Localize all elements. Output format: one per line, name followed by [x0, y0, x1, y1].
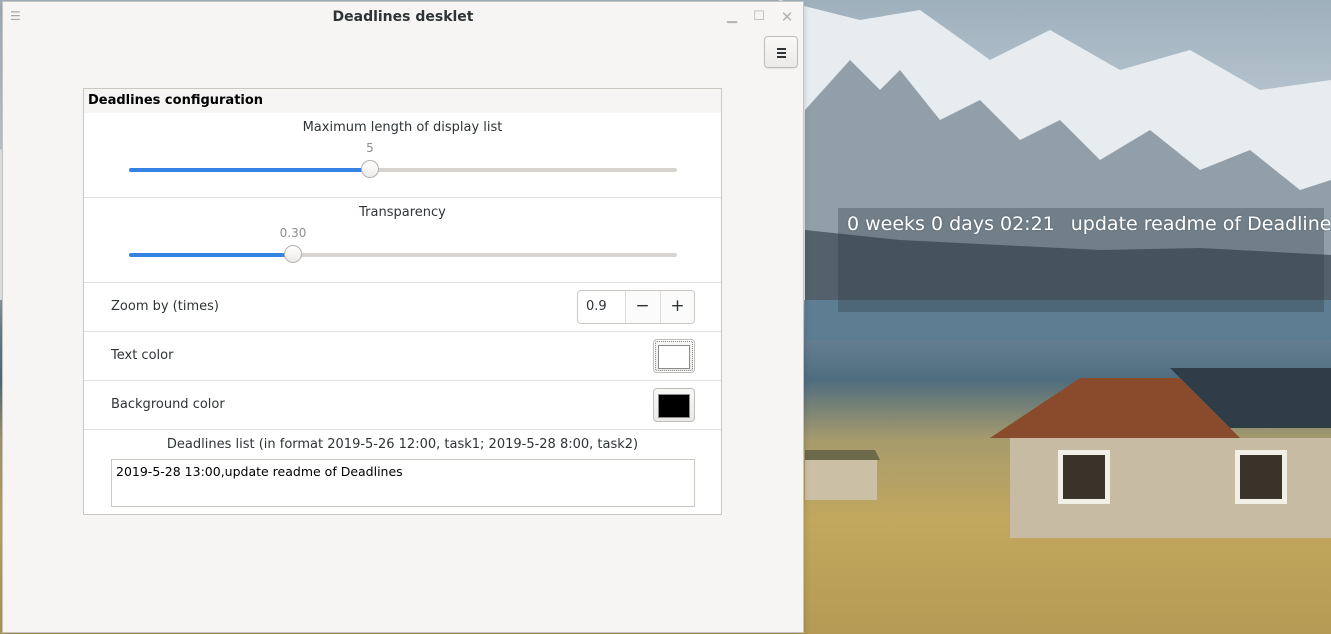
background-color-label: Background color [111, 397, 225, 412]
desklet-task: update readme of Deadlines [1070, 213, 1331, 235]
max-length-row: Maximum length of display list 5 [84, 113, 721, 198]
minus-icon[interactable]: − [625, 291, 659, 323]
config-frame: Deadlines configuration Maximum length o… [83, 88, 722, 515]
text-color-label: Text color [111, 348, 174, 363]
zoom-row: Zoom by (times) 0.9 − + [84, 283, 721, 332]
text-color-button[interactable] [653, 339, 695, 373]
desklet-deadline-row: 0 weeks 0 days 02:21 update readme of Dea… [847, 213, 1331, 235]
plus-icon[interactable]: + [660, 291, 694, 323]
transparency-label: Transparency [359, 205, 446, 220]
hamburger-menu-button[interactable] [764, 36, 798, 68]
zoom-label: Zoom by (times) [111, 299, 219, 314]
desklet-countdown: 0 weeks 0 days 02:21 [847, 213, 1055, 235]
titlebar[interactable]: ☰ Deadlines desklet ▁ ☐ ✕ [3, 2, 803, 32]
config-frame-title: Deadlines configuration [88, 93, 264, 108]
text-color-swatch [658, 345, 690, 369]
transparency-row: Transparency 0.30 [84, 198, 721, 283]
zoom-spinbutton[interactable]: 0.9 − + [577, 290, 695, 324]
max-length-slider-fill [129, 168, 370, 172]
window-title: Deadlines desklet [332, 9, 474, 25]
hamburger-menu-icon [777, 48, 786, 58]
text-color-row: Text color [84, 332, 721, 381]
config-frame-header: Deadlines configuration [84, 89, 721, 113]
deadlines-desklet[interactable]: 0 weeks 0 days 02:21 update readme of Dea… [838, 208, 1331, 312]
zoom-value[interactable]: 0.9 [586, 299, 607, 314]
background-color-row: Background color [84, 381, 721, 430]
wallpaper-shed [805, 450, 880, 500]
max-length-value: 5 [366, 141, 374, 155]
transparency-value: 0.30 [279, 226, 307, 240]
transparency-slider[interactable] [129, 245, 677, 263]
transparency-slider-fill [129, 253, 293, 257]
close-icon[interactable]: ✕ [778, 8, 796, 26]
maximize-icon[interactable]: ☐ [750, 8, 768, 26]
wallpaper-house [990, 368, 1331, 538]
background-color-swatch [658, 394, 690, 418]
deadlines-list-input[interactable]: 2019-5-28 13:00,update readme of Deadlin… [111, 459, 695, 507]
minimize-icon[interactable]: ▁ [723, 8, 741, 26]
config-window: ☰ Deadlines desklet ▁ ☐ ✕ Deadlines conf… [3, 2, 803, 632]
max-length-slider[interactable] [129, 160, 677, 178]
deadlines-list-label: Deadlines list (in format 2019-5-26 12:0… [166, 437, 639, 452]
max-length-label: Maximum length of display list [302, 120, 503, 135]
max-length-slider-handle[interactable] [361, 160, 379, 178]
transparency-slider-handle[interactable] [284, 245, 302, 263]
background-color-button[interactable] [653, 388, 695, 422]
